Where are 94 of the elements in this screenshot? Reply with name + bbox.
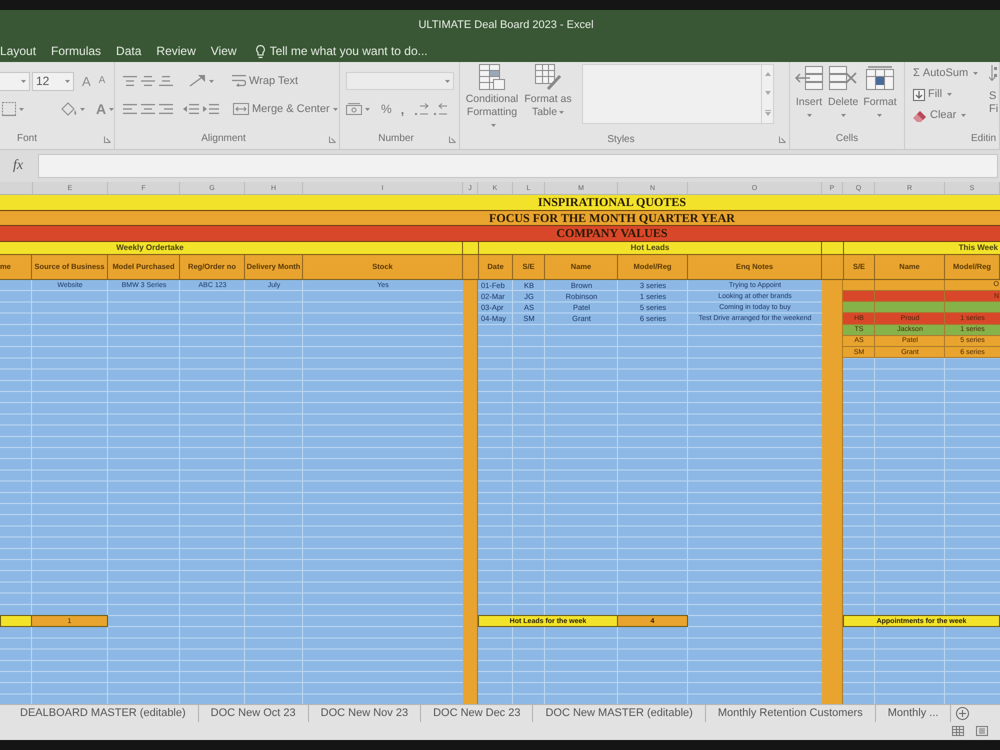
ribbon-tab[interactable]: View [210, 40, 237, 62]
lightbulb-icon [256, 44, 265, 58]
cell-styles-gallery[interactable] [582, 64, 774, 124]
number-format-field[interactable] [346, 72, 454, 90]
decrease-decimal-icon[interactable] [434, 103, 448, 115]
scroll-down-icon[interactable] [764, 90, 770, 95]
delete-cells-icon [829, 66, 858, 90]
orientation-icon[interactable] [189, 75, 205, 87]
fill-bucket-icon[interactable] [61, 102, 77, 116]
window-title: ULTIMATE Deal Board 2023 - Excel [418, 18, 594, 33]
conditional-formatting-icon [479, 64, 505, 90]
dialog-launcher-icon[interactable] [779, 136, 786, 143]
font-color-button[interactable]: A [96, 102, 106, 116]
group-label: Font [17, 134, 38, 144]
banner-title: INSPIRATIONAL QUOTES [538, 196, 686, 208]
increase-indent-icon[interactable] [203, 104, 219, 114]
group-label: Styles [607, 134, 635, 144]
add-sheet-icon[interactable] [956, 706, 970, 720]
insert-button[interactable]: Insert [795, 66, 823, 117]
caret-icon [973, 72, 978, 75]
group-label: Number [378, 134, 414, 144]
wrap-text-button[interactable]: Wrap Text [232, 75, 298, 87]
banner-title: COMPANY VALUES [556, 227, 668, 240]
merge-center-button[interactable]: Merge & Center [233, 103, 338, 115]
format-as-table-icon [535, 64, 561, 90]
font-name-field[interactable] [0, 72, 30, 90]
section-title: This Week [958, 244, 998, 252]
dialog-launcher-icon[interactable] [449, 136, 456, 143]
caret-icon [445, 80, 450, 82]
caret-icon [877, 114, 882, 117]
shrink-font-button[interactable]: A [98, 76, 106, 86]
grow-font-button[interactable]: A [82, 74, 91, 88]
merge-cells-icon [233, 103, 249, 115]
eraser-icon [913, 110, 927, 122]
caret-icon [490, 124, 496, 127]
align-middle-icon[interactable] [141, 76, 155, 86]
banner-title: FOCUS FOR THE MONTH QUARTER YEAR [489, 212, 735, 224]
scroll-up-icon[interactable] [764, 72, 770, 76]
normal-view-icon[interactable] [952, 726, 964, 736]
align-center-icon[interactable] [141, 104, 155, 114]
align-right-icon[interactable] [159, 104, 173, 114]
insert-cells-icon [795, 66, 823, 90]
tell-me-field[interactable]: Tell me what you want to do... [270, 42, 442, 60]
font-size-field[interactable]: 12 [32, 72, 74, 90]
align-top-icon[interactable] [123, 76, 137, 86]
format-as-table-button[interactable]: Format as Table [522, 64, 574, 119]
dialog-launcher-icon[interactable] [329, 136, 336, 143]
section-title: Hot Leads [630, 244, 670, 252]
ribbon-tab[interactable]: Layout [0, 40, 36, 62]
caret-icon [109, 108, 114, 110]
comma-style-button[interactable]: , [400, 102, 404, 116]
caret-icon [947, 93, 952, 96]
group-label: Editin [970, 134, 996, 144]
caret-icon [365, 108, 370, 110]
dialog-launcher-icon[interactable] [104, 136, 111, 143]
increase-decimal-icon[interactable] [415, 103, 430, 115]
sort-icon[interactable] [989, 65, 997, 81]
page-layout-view-icon[interactable] [976, 726, 988, 736]
decrease-indent-icon[interactable] [183, 104, 199, 114]
wrap-text-icon [232, 75, 246, 87]
autosum-button[interactable]: Σ AutoSum [913, 65, 987, 82]
caret-icon [209, 80, 214, 82]
group-label: Cells [836, 134, 858, 144]
caret-icon [806, 114, 812, 117]
format-cells-icon [866, 66, 894, 90]
caret-icon [840, 114, 846, 117]
align-bottom-icon[interactable] [159, 76, 173, 86]
sort-filter-button[interactable]: S Fi [989, 90, 998, 116]
caret-icon [332, 108, 338, 110]
more-icon[interactable] [764, 110, 770, 116]
clear-button[interactable]: Clear [913, 107, 987, 124]
ribbon-tab[interactable]: Data [116, 40, 142, 62]
insert-function-button[interactable]: fx [12, 159, 24, 173]
summary-cell [0, 615, 32, 627]
conditional-formatting-button[interactable]: Conditional Formatting [464, 64, 520, 132]
fill-down-icon [913, 88, 925, 100]
fill-button[interactable]: Fill [913, 86, 987, 103]
caret-icon [80, 108, 85, 110]
format-button[interactable]: Format [863, 66, 897, 117]
section-title: Weekly Ordertake [116, 244, 184, 252]
caret-icon [19, 108, 24, 110]
ribbon-tab[interactable]: Formulas [51, 40, 102, 62]
currency-icon[interactable] [346, 103, 362, 115]
borders-icon[interactable] [2, 102, 16, 116]
caret-icon [961, 114, 966, 117]
group-label: Alignment [201, 134, 246, 144]
caret-icon [65, 80, 70, 82]
caret-icon [559, 110, 564, 114]
align-left-icon[interactable] [123, 104, 137, 114]
formula-field[interactable] [38, 154, 998, 178]
caret-icon [21, 80, 26, 82]
percent-button[interactable]: % [381, 103, 392, 115]
ribbon-tab[interactable]: Review [156, 40, 196, 62]
delete-button[interactable]: Delete [828, 66, 858, 117]
